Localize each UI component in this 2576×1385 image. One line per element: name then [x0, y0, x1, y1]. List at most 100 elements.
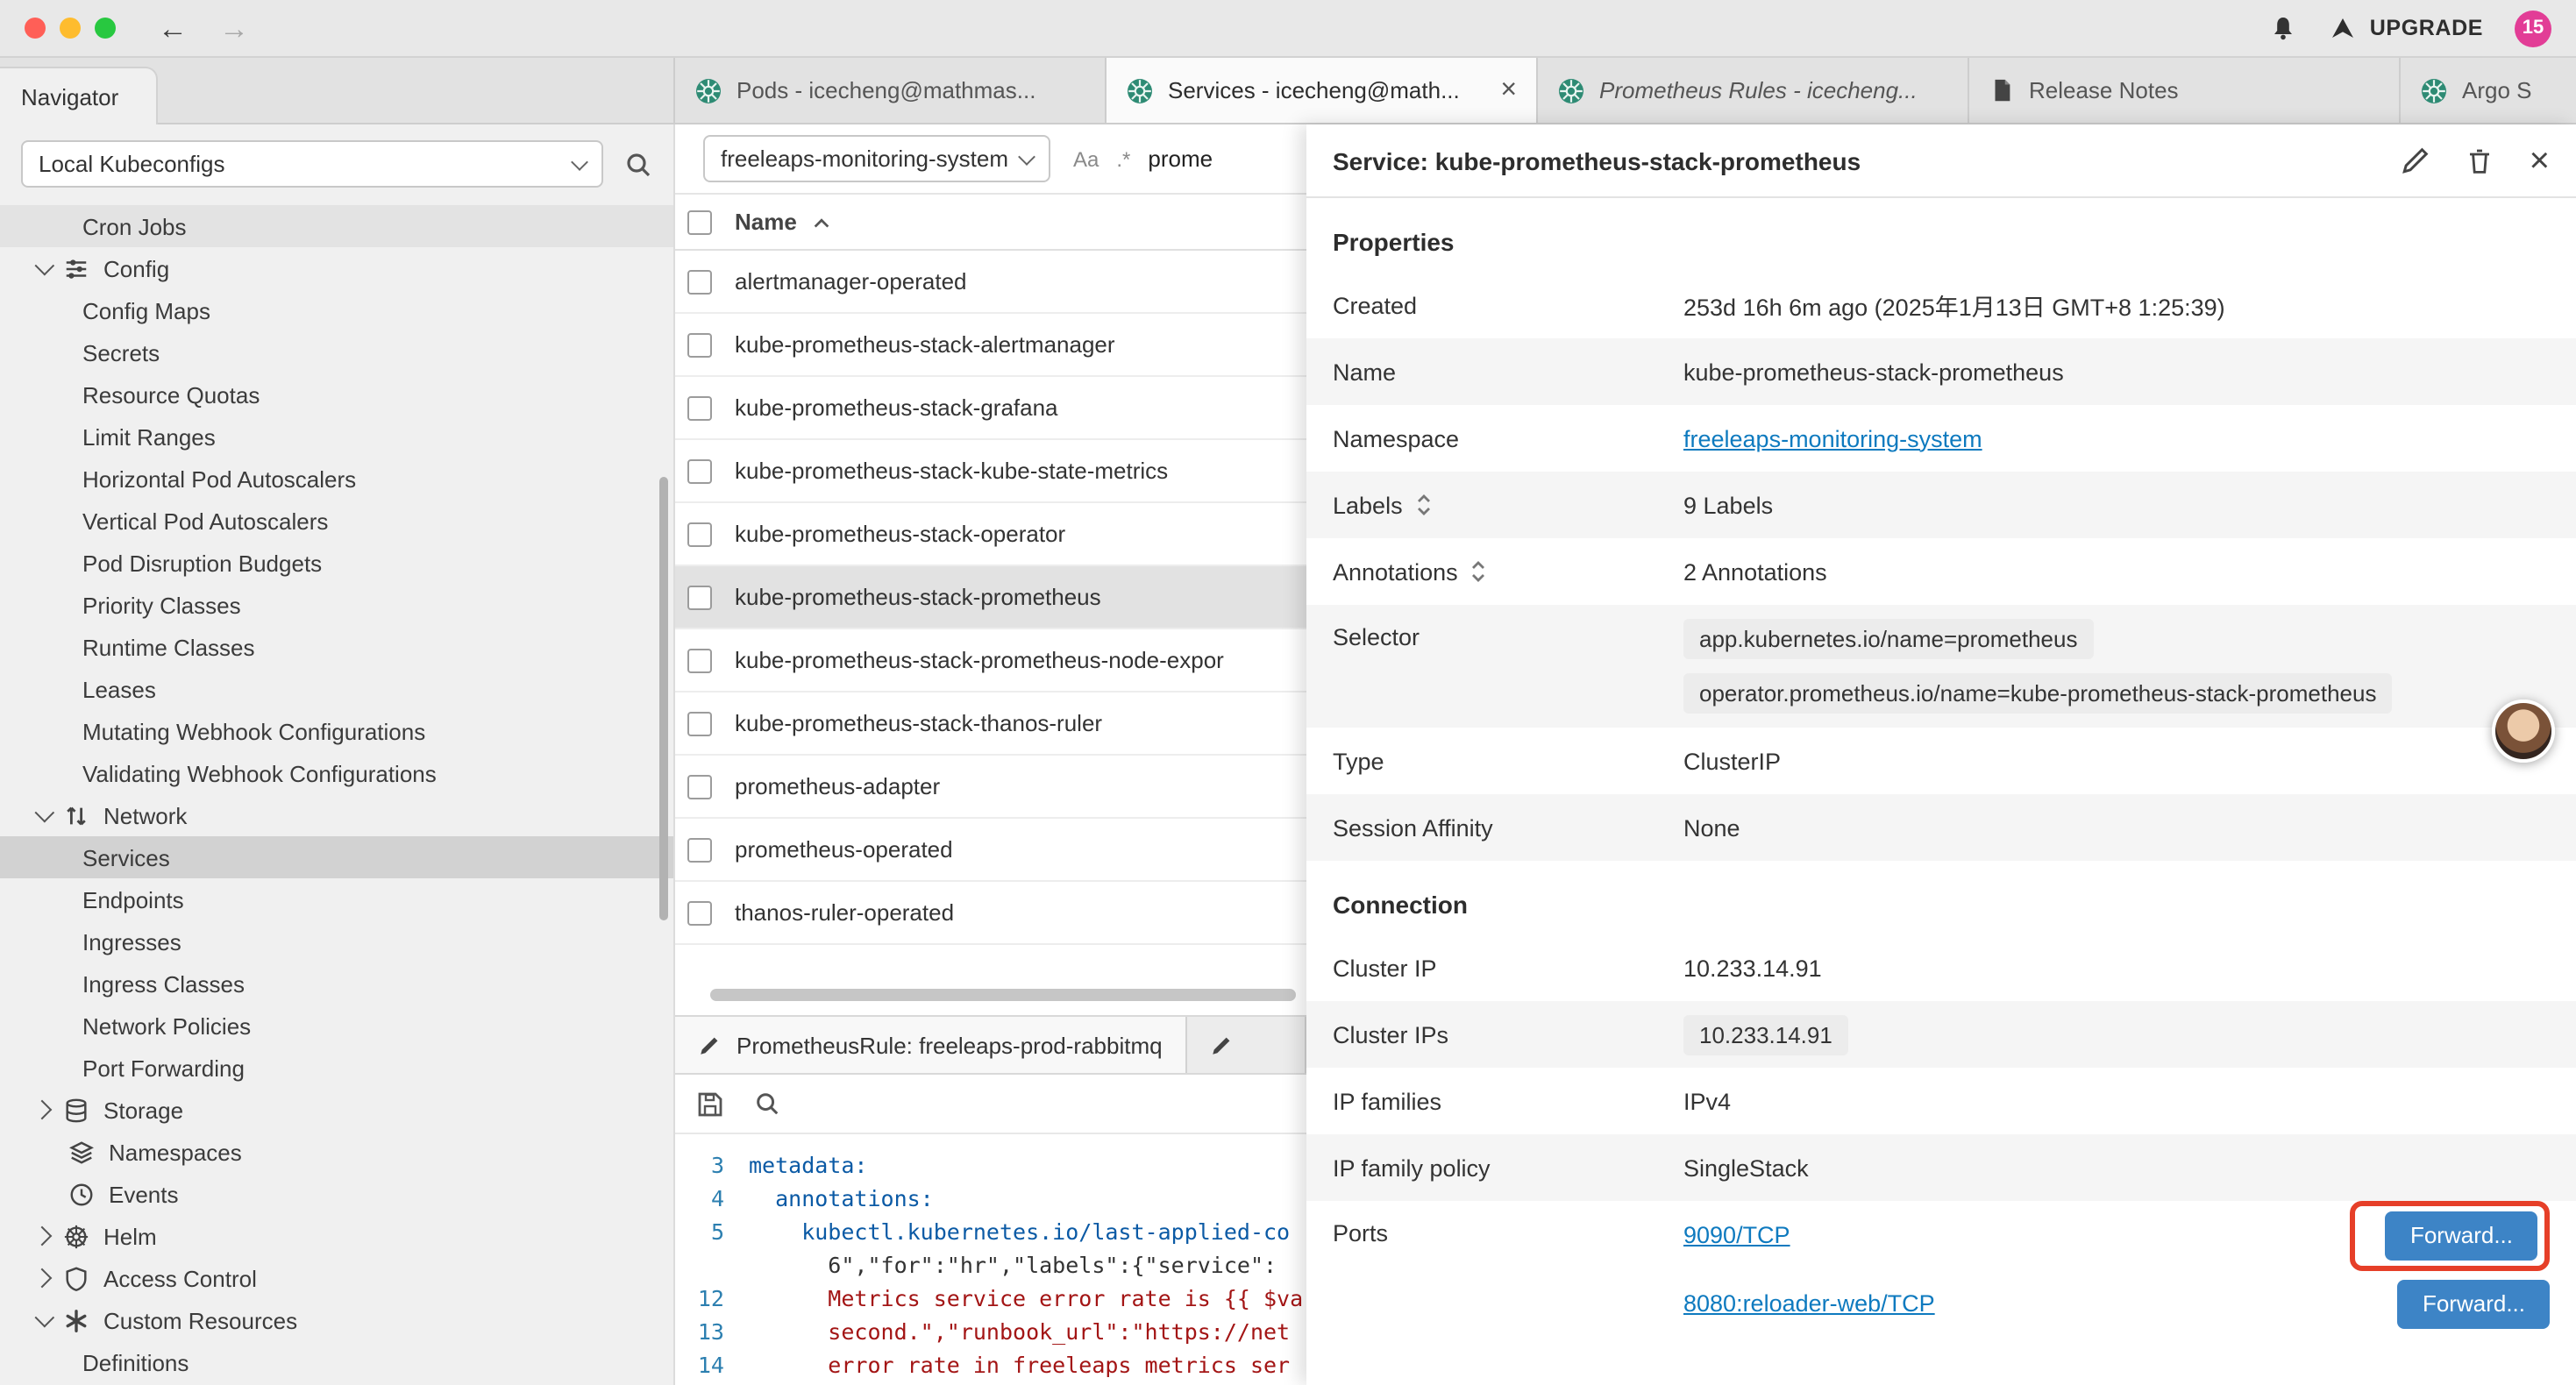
save-icon[interactable] — [696, 1090, 724, 1118]
sidebar-item-limit-ranges[interactable]: Limit Ranges — [0, 416, 673, 458]
yaml-editor[interactable]: 3metadata: 4 annotations: 5 kubectl.kube… — [675, 1134, 1306, 1385]
sidebar-item-ingresses[interactable]: Ingresses — [0, 920, 673, 962]
notifications-bell-icon[interactable] — [2270, 14, 2298, 42]
regex-toggle[interactable]: .* — [1116, 146, 1130, 171]
forward-button[interactable]: → — [219, 13, 249, 43]
service-row[interactable]: prometheus-operated — [675, 819, 1306, 882]
sidebar-item-ingress-classes[interactable]: Ingress Classes — [0, 962, 673, 1005]
prometheusrule-document-tab[interactable]: PrometheusRule: freeleaps-prod-rabbitmq — [675, 1017, 1187, 1073]
sidebar-item-definitions[interactable]: Definitions — [0, 1341, 673, 1383]
tab-argo[interactable]: Argo S — [2401, 58, 2576, 123]
row-checkbox[interactable] — [687, 395, 712, 420]
delete-trash-icon[interactable] — [2466, 146, 2494, 174]
horizontal-scrollbar[interactable] — [710, 989, 1296, 1001]
sidebar-item-resource-quotas[interactable]: Resource Quotas — [0, 373, 673, 416]
sidebar-scrollbar[interactable] — [659, 477, 668, 920]
forward-port-button[interactable]: Forward... — [2386, 1211, 2537, 1260]
tab-release-notes[interactable]: Release Notes — [1969, 58, 2401, 123]
sidebar-item-horizontal-pod-autoscalers[interactable]: Horizontal Pod Autoscalers — [0, 458, 673, 500]
window-minimize-button[interactable] — [60, 18, 81, 39]
window-zoom-button[interactable] — [95, 18, 116, 39]
back-button[interactable]: ← — [158, 13, 188, 43]
shield-icon — [63, 1265, 89, 1291]
sidebar-item-secrets[interactable]: Secrets — [0, 331, 673, 373]
namespace-link[interactable]: freeleaps-monitoring-system — [1683, 425, 1982, 451]
search-input[interactable]: Aa .* prome — [1073, 146, 1289, 172]
line-number: 4 — [675, 1182, 724, 1215]
service-row[interactable]: kube-prometheus-stack-operator — [675, 503, 1306, 566]
port-link-8080[interactable]: 8080:reloader-web/TCP — [1683, 1290, 1935, 1317]
chevron-down-icon — [571, 153, 588, 170]
tab-pods[interactable]: Pods - icecheng@mathmas... — [675, 58, 1107, 123]
row-checkbox[interactable] — [687, 648, 712, 672]
service-row[interactable]: kube-prometheus-stack-kube-state-metrics — [675, 440, 1306, 503]
sidebar-search-button[interactable] — [624, 150, 652, 178]
notification-count-badge[interactable]: 15 — [2515, 10, 2551, 46]
sidebar-item-cron-jobs[interactable]: Cron Jobs — [0, 205, 673, 247]
row-checkbox[interactable] — [687, 522, 712, 546]
row-checkbox[interactable] — [687, 585, 712, 609]
sidebar-item-custom-resources[interactable]: Custom Resources — [0, 1299, 673, 1341]
tab-close-icon[interactable]: × — [1500, 76, 1517, 104]
upgrade-button[interactable]: UPGRADE — [2330, 14, 2483, 42]
port-link-9090[interactable]: 9090/TCP — [1683, 1222, 1790, 1248]
kubeconfig-select[interactable]: Local Kubeconfigs — [21, 140, 603, 188]
name-column-header[interactable]: Name — [735, 209, 832, 235]
titlebar-right: UPGRADE 15 — [2270, 10, 2551, 46]
select-all-checkbox[interactable] — [687, 210, 712, 234]
sidebar-item-namespaces[interactable]: Namespaces — [0, 1131, 673, 1173]
service-row[interactable]: prometheus-adapter — [675, 756, 1306, 819]
expand-collapse-icon[interactable] — [1470, 558, 1488, 586]
sidebar-item-vertical-pod-autoscalers[interactable]: Vertical Pod Autoscalers — [0, 500, 673, 542]
tab-services[interactable]: Services - icecheng@math... × — [1107, 58, 1538, 123]
window-titlebar: ← → UPGRADE 15 — [0, 0, 2576, 58]
sidebar-item-leases[interactable]: Leases — [0, 668, 673, 710]
window-close-button[interactable] — [25, 18, 46, 39]
row-checkbox[interactable] — [687, 900, 712, 925]
service-row[interactable]: kube-prometheus-stack-prometheus-node-ex… — [675, 629, 1306, 692]
service-row-selected[interactable]: kube-prometheus-stack-prometheus — [675, 566, 1306, 629]
row-checkbox[interactable] — [687, 458, 712, 483]
row-checkbox[interactable] — [687, 269, 712, 294]
sidebar-item-services[interactable]: Services — [0, 836, 673, 878]
sidebar-item-access-control[interactable]: Access Control — [0, 1257, 673, 1299]
sidebar-item-helm[interactable]: Helm — [0, 1215, 673, 1257]
sidebar-item-network-policies[interactable]: Network Policies — [0, 1005, 673, 1047]
match-case-toggle[interactable]: Aa — [1073, 146, 1099, 171]
sidebar-item-config[interactable]: Config — [0, 247, 673, 289]
navigator-tab[interactable]: Navigator — [0, 67, 158, 124]
service-row[interactable]: kube-prometheus-stack-grafana — [675, 377, 1306, 440]
row-checkbox[interactable] — [687, 774, 712, 799]
service-row[interactable]: thanos-ruler-operated — [675, 882, 1306, 945]
namespace-select[interactable]: freeleaps-monitoring-system — [703, 135, 1050, 182]
sidebar-item-validating-webhook-configurations[interactable]: Validating Webhook Configurations — [0, 752, 673, 794]
close-icon[interactable]: × — [2530, 143, 2550, 178]
sidebar-item-config-maps[interactable]: Config Maps — [0, 289, 673, 331]
row-checkbox[interactable] — [687, 711, 712, 735]
service-row[interactable]: kube-prometheus-stack-thanos-ruler — [675, 692, 1306, 756]
sidebar-item-priority-classes[interactable]: Priority Classes — [0, 584, 673, 626]
sidebar-item-port-forwarding[interactable]: Port Forwarding — [0, 1047, 673, 1089]
document-icon — [1989, 77, 2015, 103]
expand-collapse-icon[interactable] — [1415, 491, 1433, 519]
tab-prometheus-rules[interactable]: Prometheus Rules - icecheng... — [1538, 58, 1969, 123]
sidebar-item-network[interactable]: Network — [0, 794, 673, 836]
document-tab-partial[interactable] — [1187, 1017, 1306, 1073]
sidebar-item-pod-disruption-budgets[interactable]: Pod Disruption Budgets — [0, 542, 673, 584]
editor-search-icon[interactable] — [754, 1090, 780, 1117]
sidebar-item-storage[interactable]: Storage — [0, 1089, 673, 1131]
sidebar-item-runtime-classes[interactable]: Runtime Classes — [0, 626, 673, 668]
clock-icon — [68, 1181, 95, 1207]
sidebar-item-endpoints[interactable]: Endpoints — [0, 878, 673, 920]
assistant-avatar[interactable] — [2492, 700, 2555, 763]
edit-pencil-icon[interactable] — [2402, 146, 2431, 175]
forward-port-button[interactable]: Forward... — [2398, 1279, 2550, 1328]
sidebar-item-mutating-webhook-configurations[interactable]: Mutating Webhook Configurations — [0, 710, 673, 752]
editor-line: 3metadata: — [675, 1148, 1306, 1182]
row-checkbox[interactable] — [687, 837, 712, 862]
service-row[interactable]: kube-prometheus-stack-alertmanager — [675, 314, 1306, 377]
line-number: 5 — [675, 1215, 724, 1248]
row-checkbox[interactable] — [687, 332, 712, 357]
service-row[interactable]: alertmanager-operated — [675, 251, 1306, 314]
sidebar-item-events[interactable]: Events — [0, 1173, 673, 1215]
